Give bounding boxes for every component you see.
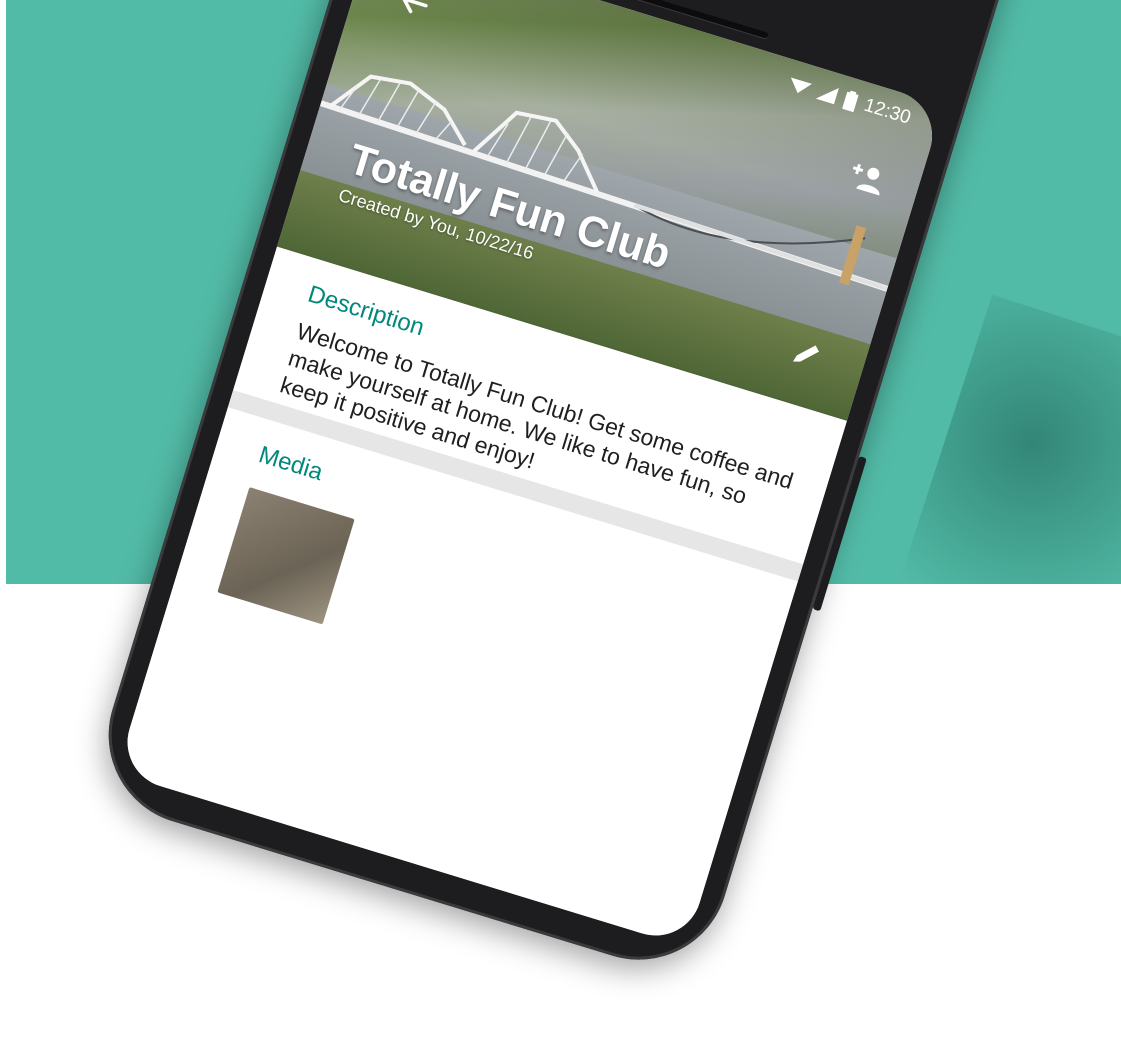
pencil-icon — [787, 335, 826, 377]
back-button[interactable] — [389, 0, 439, 29]
group-info-screen: 12:30 Totally Fun Club Created by You, 1… — [116, 0, 944, 947]
status-time: 12:30 — [861, 94, 914, 129]
battery-icon — [842, 90, 859, 113]
status-bar: 12:30 — [787, 72, 913, 130]
person-add-icon — [844, 158, 889, 202]
phone-body: 12:30 Totally Fun Club Created by You, 1… — [86, 0, 1035, 982]
arrow-back-icon — [394, 0, 433, 25]
wifi-icon — [787, 74, 813, 98]
media-title: Media — [255, 441, 327, 487]
phone-device: 12:30 Totally Fun Club Created by You, 1… — [0, 0, 1121, 982]
media-thumbnail[interactable] — [217, 487, 355, 625]
signal-icon — [816, 83, 840, 106]
